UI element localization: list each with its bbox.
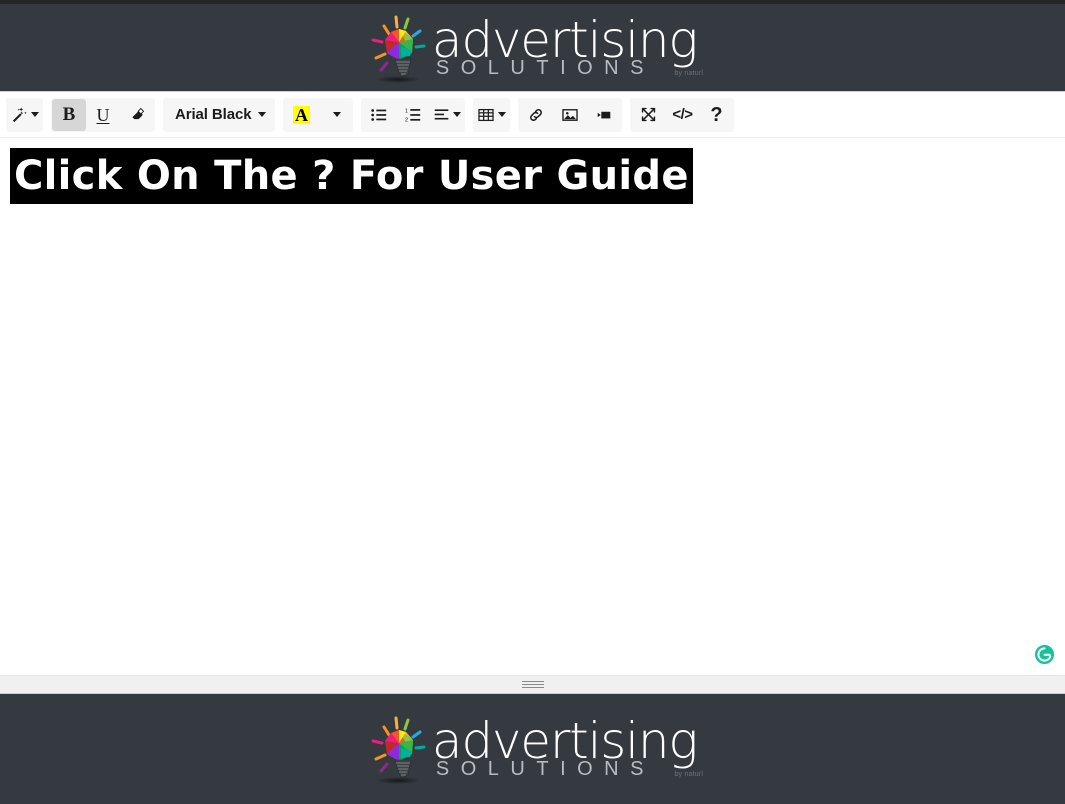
text-color-button[interactable]: A: [284, 99, 318, 131]
rich-text-editor: B U Arial Black A 1 2 </> ? Click On The…: [0, 91, 1065, 694]
header-logo: advertising SOLUTIONS by naturl: [368, 12, 703, 84]
help-button[interactable]: ?: [699, 99, 733, 131]
magic-wand-button[interactable]: [7, 99, 42, 131]
insert-table-button[interactable]: [474, 99, 509, 131]
image-icon: [561, 106, 579, 124]
question-mark-icon: ?: [710, 103, 723, 126]
chevron-down-icon: [31, 112, 39, 117]
fullscreen-icon: [640, 106, 657, 123]
underline-button[interactable]: U: [86, 99, 120, 131]
bold-icon: B: [62, 104, 76, 125]
table-group: [473, 97, 511, 132]
site-header: advertising SOLUTIONS by naturl: [0, 4, 1065, 91]
eraser-icon: [129, 106, 146, 123]
table-icon: [477, 106, 495, 124]
magic-wand-icon: [10, 106, 28, 124]
lightbulb-icon: [368, 12, 430, 84]
chevron-down-icon: [258, 112, 267, 117]
text-color-dropdown-button[interactable]: [318, 99, 352, 131]
text-color-icon: A: [292, 104, 310, 125]
code-view-button[interactable]: </>: [665, 99, 699, 131]
font-family-value: Arial Black: [175, 106, 252, 123]
view-group: </> ?: [630, 97, 735, 132]
document-heading[interactable]: Click On The ? For User Guide: [10, 148, 693, 204]
resize-grip-icon: [521, 679, 544, 690]
chevron-down-icon: [498, 112, 507, 117]
link-icon: [527, 106, 545, 124]
insert-link-button[interactable]: [519, 99, 553, 131]
logo-shadow: [375, 75, 420, 83]
unordered-list-button[interactable]: [362, 99, 396, 131]
insert-video-button[interactable]: [587, 99, 621, 131]
video-icon: [595, 106, 613, 124]
logo-shadow: [375, 777, 420, 784]
underline-icon: U: [96, 104, 110, 125]
lightbulb-icon: [368, 713, 430, 785]
color-group: A: [283, 97, 354, 132]
brand-wordmark: advertising SOLUTIONS by naturl: [432, 716, 703, 780]
brand-name-secondary: SOLUTIONS: [435, 758, 655, 780]
site-footer: advertising SOLUTIONS by naturl: [0, 694, 1065, 804]
chevron-down-icon: [453, 112, 462, 117]
insert-image-button[interactable]: [553, 99, 587, 131]
svg-text:1: 1: [405, 108, 408, 114]
font-group: Arial Black: [163, 97, 276, 132]
brand-name-secondary: SOLUTIONS: [435, 56, 655, 79]
ordered-list-button[interactable]: 1 2: [396, 99, 430, 131]
ordered-list-icon: 1 2: [404, 106, 422, 124]
bold-button[interactable]: B: [52, 98, 86, 131]
brand-wordmark: advertising SOLUTIONS by naturl: [432, 15, 703, 79]
editor-resize-handle[interactable]: [0, 675, 1065, 693]
brand-tagline: by naturl: [674, 771, 704, 778]
text-format-group: B U: [51, 97, 155, 132]
font-family-button[interactable]: Arial Black: [164, 99, 274, 131]
brand-tagline: by naturl: [674, 69, 704, 77]
clear-formatting-button[interactable]: [120, 99, 154, 131]
align-left-icon: [433, 106, 450, 123]
list-group: 1 2: [361, 97, 466, 132]
fullscreen-button[interactable]: [631, 99, 665, 131]
unordered-list-icon: [370, 106, 388, 124]
style-group: [6, 97, 43, 132]
code-icon: </>: [672, 106, 693, 123]
footer-logo: advertising SOLUTIONS by naturl: [368, 713, 703, 785]
svg-text:2: 2: [405, 117, 408, 123]
align-button[interactable]: [430, 99, 464, 131]
grammarly-badge[interactable]: [1034, 644, 1055, 665]
editor-toolbar: B U Arial Black A 1 2 </> ?: [0, 92, 1065, 138]
chevron-down-icon: [332, 112, 341, 117]
insert-group: [518, 97, 623, 132]
editor-content-area[interactable]: Click On The ? For User Guide: [0, 138, 1065, 675]
